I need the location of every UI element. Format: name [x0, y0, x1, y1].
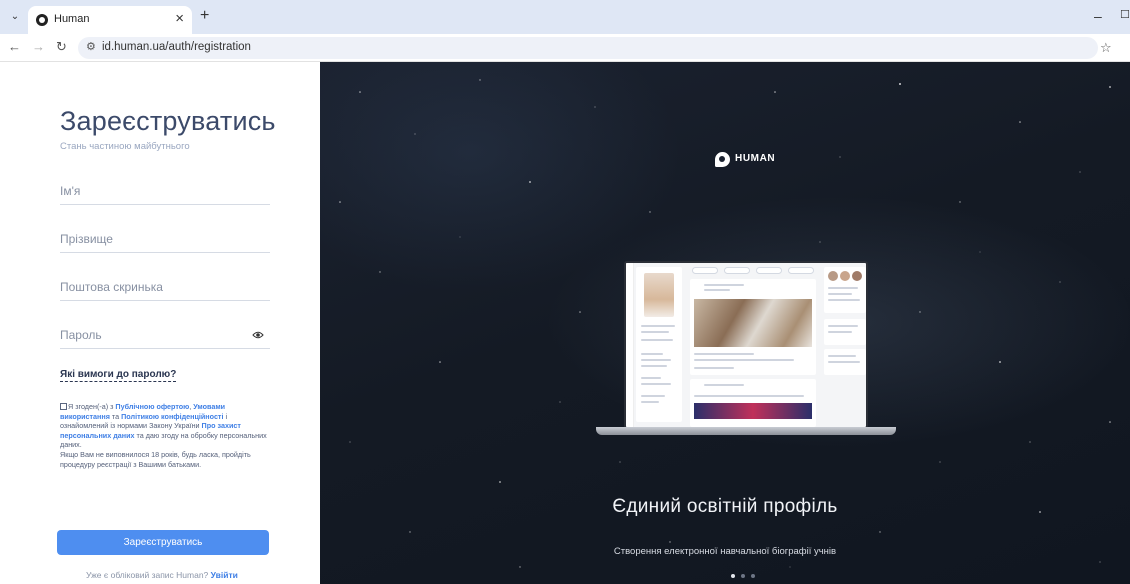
- new-tab-icon[interactable]: +: [200, 8, 209, 24]
- url-field[interactable]: ⚙ id.human.ua/auth/registration: [78, 37, 1098, 59]
- consent-checkbox[interactable]: [60, 403, 67, 410]
- mockup-profile-photo: [644, 273, 674, 317]
- hero-title: Єдиний освітній профіль: [612, 496, 838, 517]
- password-input[interactable]: [60, 323, 240, 347]
- first-name-field[interactable]: [60, 179, 270, 205]
- email-field[interactable]: [60, 275, 270, 301]
- mockup-post-banner: [694, 403, 812, 419]
- consent-part1: Я згоден(-а) з: [68, 402, 116, 411]
- password-requirements-link[interactable]: Які вимоги до паролю?: [60, 369, 177, 382]
- mockup-profile-card: [636, 267, 682, 422]
- consent-text: Я згоден(-а) з Публічною офертою, Умовам…: [60, 402, 268, 469]
- hero-subtitle: Створення електронної навчальної біограф…: [613, 546, 837, 557]
- minimize-window-icon[interactable]: –: [1094, 8, 1102, 24]
- human-favicon-icon: [36, 14, 48, 26]
- bookmark-star-icon[interactable]: ☆: [1100, 40, 1112, 56]
- last-name-field[interactable]: [60, 227, 270, 253]
- tab-title: Human: [54, 13, 90, 25]
- register-button[interactable]: Зареєструватись: [57, 530, 269, 555]
- last-name-input[interactable]: [60, 227, 240, 251]
- mockup-sidebar: [626, 263, 634, 427]
- address-bar: ← → ↻ ⚙ id.human.ua/auth/registration ☆: [0, 34, 1130, 62]
- logo-text: HUMAN: [735, 153, 776, 164]
- carousel-dot[interactable]: [731, 574, 735, 578]
- mockup-feed: [686, 267, 820, 427]
- page-title: Зареєструватись: [60, 106, 276, 136]
- laptop-base-illustration: [596, 427, 896, 435]
- public-offer-link[interactable]: Публічною офертою: [115, 402, 189, 411]
- minor-note: Якщо Вам не виповнилося 18 років, будь л…: [60, 449, 251, 469]
- mockup-post-card-2: [690, 379, 816, 427]
- carousel-dot[interactable]: [751, 574, 755, 578]
- human-logo-icon: [715, 152, 730, 167]
- consent-part2: та: [109, 411, 122, 421]
- login-link[interactable]: Увійти: [211, 570, 238, 580]
- password-field[interactable]: [60, 323, 270, 349]
- hero-panel: HUMAN Єдиний освітній профіль Створення …: [320, 62, 1130, 584]
- first-name-input[interactable]: [60, 179, 240, 203]
- carousel-dot[interactable]: [741, 574, 745, 578]
- browser-tab[interactable]: Human ×: [28, 6, 192, 34]
- close-tab-icon[interactable]: ×: [175, 10, 184, 28]
- maximize-window-icon[interactable]: ☐: [1120, 8, 1130, 21]
- mockup-aside: [824, 267, 866, 425]
- back-arrow-icon[interactable]: ←: [8, 40, 21, 54]
- laptop-screen-illustration: [624, 261, 868, 429]
- login-prompt-text: Уже є обліковий запис Human?: [86, 570, 209, 580]
- site-settings-icon[interactable]: ⚙: [86, 40, 96, 53]
- mockup-post-card: [690, 279, 816, 375]
- carousel-dots: [731, 574, 761, 580]
- email-input[interactable]: [60, 275, 240, 299]
- page-subtitle: Стань частиною майбутнього: [60, 141, 190, 152]
- show-password-eye-icon[interactable]: [252, 329, 264, 341]
- mockup-post-image: [694, 299, 812, 347]
- registration-panel: Зареєструватись Стань частиною майбутньо…: [0, 62, 320, 584]
- login-prompt: Уже є обліковий запис Human? Увійти: [86, 570, 238, 580]
- url-text: id.human.ua/auth/registration: [102, 41, 251, 53]
- reload-icon[interactable]: ↻: [56, 40, 67, 54]
- forward-arrow-icon[interactable]: →: [32, 40, 45, 54]
- browser-tab-bar: ⌄ Human × + – ☐: [0, 0, 1130, 34]
- privacy-policy-link[interactable]: Політикою конфіденційності: [121, 412, 223, 421]
- tab-search-icon[interactable]: ⌄: [8, 10, 22, 24]
